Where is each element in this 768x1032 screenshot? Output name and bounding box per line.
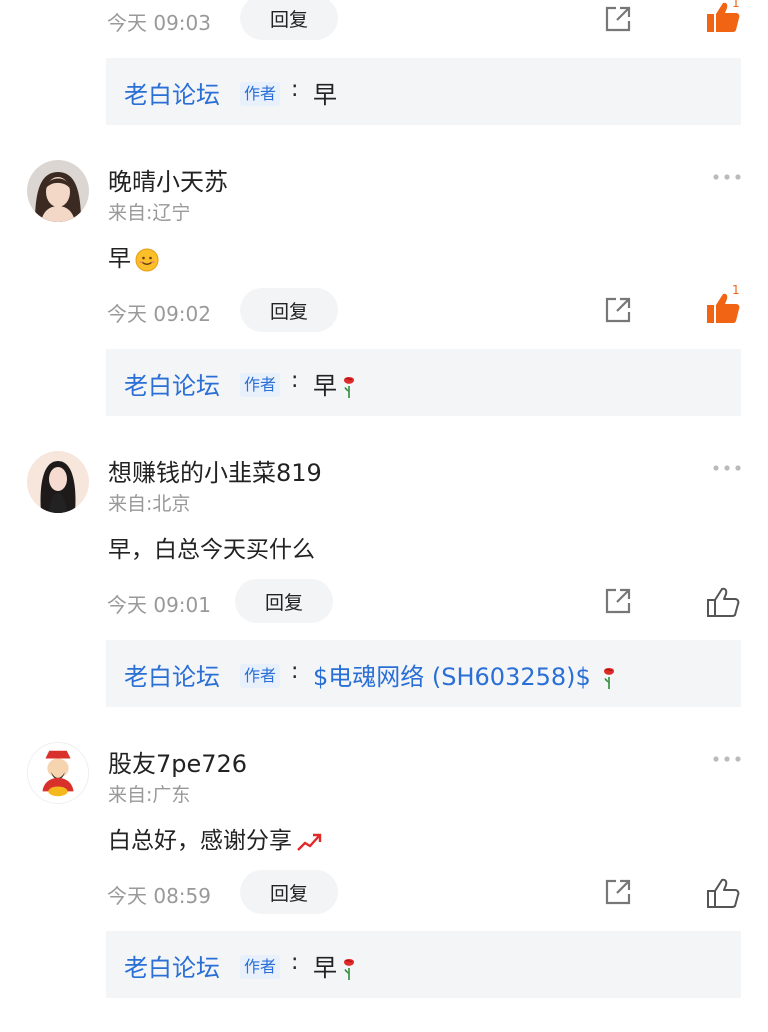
avatar[interactable] [27, 451, 89, 513]
like-count: 1 [732, 283, 740, 297]
comment-time: 今天 09:02 [107, 302, 211, 326]
more-options-icon[interactable] [712, 173, 742, 181]
avatar[interactable] [27, 742, 89, 804]
reply-colon: : [291, 950, 299, 975]
reply-author-name[interactable]: 老白论坛 [124, 948, 220, 983]
reply-button[interactable]: 回复 [240, 0, 338, 40]
author-tag: 作者 [240, 373, 281, 397]
location: 来自:北京 [108, 493, 191, 515]
reply-text: 早 [313, 948, 357, 983]
share-icon[interactable] [603, 586, 633, 616]
thumbs-up-icon[interactable] [705, 876, 741, 910]
rose-emoji-icon [603, 668, 614, 689]
reply-colon: : [291, 368, 299, 393]
share-icon[interactable] [603, 295, 633, 325]
location: 来自:辽宁 [108, 202, 191, 224]
reply-button[interactable]: 回复 [240, 288, 338, 332]
reply-text: 早 [313, 81, 337, 109]
username[interactable]: 股友7pe726 [108, 744, 247, 779]
author-reply: 老白论坛 作者 : 早 [106, 349, 741, 416]
comment-item: 晚晴小天苏 来自:辽宁 早 今天 09:02 回复 1 老白论坛 作者 : 早 [0, 160, 768, 420]
rising-chart-emoji-icon [297, 833, 322, 851]
share-icon[interactable] [603, 877, 633, 907]
comment-text-content: 早 [108, 246, 131, 272]
more-options-icon[interactable] [712, 464, 742, 472]
reply-author-name[interactable]: 老白论坛 [124, 366, 220, 401]
like-count: 1 [732, 0, 740, 10]
author-tag: 作者 [240, 82, 281, 106]
comment-item: 股友7pe726 来自:广东 白总好，感谢分享 今天 08:59 回复 老白论坛… [0, 742, 768, 1002]
reply-author-name[interactable]: 老白论坛 [124, 75, 220, 110]
author-reply: 老白论坛 作者 : 早 [106, 931, 741, 998]
reply-colon: : [291, 659, 299, 684]
thumbs-up-icon[interactable] [705, 585, 741, 619]
reply-text-content: 早 [313, 372, 337, 400]
comment-text: 早，白总今天买什么 [108, 537, 315, 563]
author-tag: 作者 [240, 955, 281, 979]
reply-text-content: 早 [313, 954, 337, 982]
location: 来自:广东 [108, 784, 191, 806]
rose-emoji-icon [344, 377, 354, 398]
comment-time: 今天 09:01 [107, 593, 211, 617]
author-reply: 老白论坛 作者 : $电魂网络 (SH603258)$ [106, 640, 741, 707]
more-options-icon[interactable] [712, 755, 742, 763]
comment-text-content: 白总好，感谢分享 [108, 828, 292, 854]
reply-text: $电魂网络 (SH603258)$ [313, 657, 617, 692]
avatar[interactable] [27, 160, 89, 222]
reply-button[interactable]: 回复 [235, 579, 333, 623]
share-icon[interactable] [603, 4, 633, 34]
author-reply: 老白论坛 作者 : 早 [106, 58, 741, 125]
comment-time: 今天 08:59 [107, 884, 211, 908]
username[interactable]: 想赚钱的小韭菜819 [108, 453, 322, 488]
reply-colon: : [291, 77, 299, 102]
author-tag: 作者 [240, 664, 281, 688]
comment-item: 想赚钱的小韭菜819 来自:北京 早，白总今天买什么 今天 09:01 回复 老… [0, 451, 768, 711]
reply-text: 早 [313, 366, 357, 401]
username[interactable]: 晚晴小天苏 [108, 162, 228, 197]
rose-emoji-icon [344, 959, 354, 980]
reply-button[interactable]: 回复 [240, 870, 338, 914]
smile-emoji-icon [135, 248, 159, 271]
comment-text: 早 [108, 239, 159, 273]
reply-author-name[interactable]: 老白论坛 [124, 657, 220, 692]
stock-link[interactable]: $电魂网络 (SH603258)$ [313, 663, 591, 691]
comment-time: 今天 09:03 [107, 11, 211, 35]
comment-text: 白总好，感谢分享 [108, 821, 322, 855]
